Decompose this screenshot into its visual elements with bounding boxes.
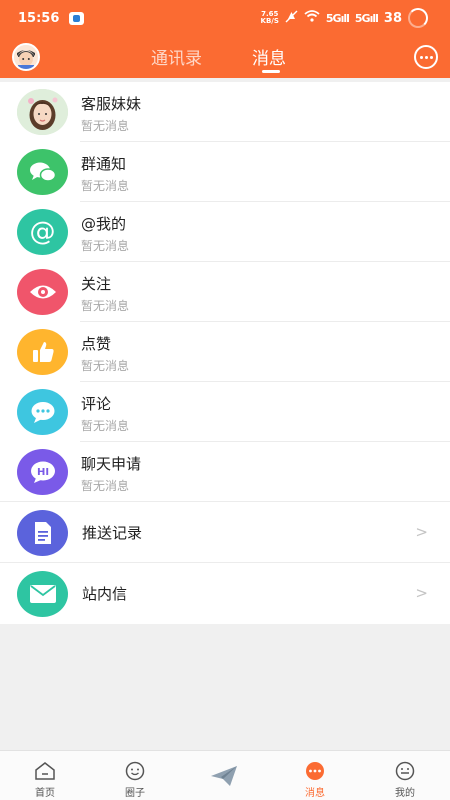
list-item-title: 聊天申请: [81, 455, 142, 473]
chevron-right-icon: >: [415, 584, 428, 602]
list-item-follow[interactable]: 关注 暂无消息: [0, 262, 450, 322]
list-item-group-notice[interactable]: 群通知 暂无消息: [0, 142, 450, 202]
document-icon: [17, 510, 68, 556]
list-item-subtitle: 暂无消息: [81, 479, 130, 493]
list-item-comments[interactable]: 评论 暂无消息: [0, 382, 450, 442]
message-icon: [304, 761, 326, 785]
tab-messages[interactable]: 消息: [252, 44, 286, 69]
envelope-icon: [17, 571, 68, 617]
list-item-subtitle: 暂无消息: [81, 359, 130, 373]
active-tab-indicator: [262, 70, 280, 73]
message-list: 客服妹妹 暂无消息 群通知 暂无消息 @ @我的 暂无消息 关注 暂无消息 点赞…: [0, 82, 450, 624]
nav-circle[interactable]: 圈子: [105, 751, 165, 800]
signal-2-icon: 5Gıll: [354, 11, 379, 25]
chevron-right-icon: >: [415, 523, 428, 541]
chat-bubbles-icon: [17, 149, 68, 195]
nav-home[interactable]: 首页: [15, 751, 75, 800]
list-item-push-records[interactable]: 推送记录 >: [0, 503, 450, 563]
list-item-title: 客服妹妹: [81, 95, 142, 113]
list-item-title: 推送记录: [82, 524, 143, 542]
list-item-likes[interactable]: 点赞 暂无消息: [0, 322, 450, 382]
status-bar: 15:56 7.65 KB/S 5Gıll 5Gıll 38: [0, 0, 450, 36]
list-item-title: 群通知: [81, 155, 127, 173]
list-item-subtitle: 暂无消息: [81, 299, 130, 313]
network-speed: 7.65 KB/S: [260, 10, 279, 25]
list-item-customer-service[interactable]: 客服妹妹 暂无消息: [0, 82, 450, 142]
battery-icon: [408, 8, 428, 28]
battery-level: 38: [383, 10, 402, 26]
nav-label: 首页: [35, 788, 55, 799]
header-bar: 15:56 7.65 KB/S 5Gıll 5Gıll 38 通讯录 消息: [0, 0, 450, 78]
hi-bubble-icon: HI: [17, 449, 68, 495]
list-item-title: @我的: [81, 215, 127, 233]
list-item-title: 关注: [81, 275, 112, 293]
list-item-chat-request[interactable]: HI 聊天申请 暂无消息: [0, 442, 450, 502]
list-item-mentions[interactable]: @ @我的 暂无消息: [0, 202, 450, 262]
thumbs-up-icon: [17, 329, 68, 375]
more-options-icon[interactable]: [414, 45, 438, 69]
svg-text:HI: HI: [36, 467, 48, 478]
divider: [0, 562, 450, 563]
nav-label: 我的: [395, 788, 415, 799]
list-item-subtitle: 暂无消息: [81, 179, 130, 193]
nav-publish[interactable]: [194, 751, 254, 800]
circle-face-icon: [125, 761, 145, 785]
nav-label: 消息: [305, 788, 325, 799]
list-item-subtitle: 暂无消息: [81, 419, 130, 433]
nav-messages[interactable]: 消息: [285, 751, 345, 800]
at-icon: @: [17, 209, 68, 255]
nav-profile[interactable]: 我的: [375, 751, 435, 800]
paper-plane-icon: [210, 765, 238, 791]
silent-icon: [285, 10, 298, 27]
nav-label: 圈子: [125, 788, 145, 799]
home-icon: [34, 761, 56, 785]
list-item-title: 评论: [81, 395, 112, 413]
list-item-site-mail[interactable]: 站内信 >: [0, 564, 450, 624]
notification-app-icon: [69, 12, 84, 25]
bottom-navigation: 首页 圈子 消息 我的: [0, 750, 450, 800]
tab-contacts[interactable]: 通讯录: [151, 44, 202, 69]
wifi-icon: [304, 10, 320, 26]
comment-icon: [17, 389, 68, 435]
header-tabs: 通讯录 消息: [0, 42, 450, 78]
eye-icon: [17, 269, 68, 315]
customer-service-avatar: [17, 89, 68, 135]
list-item-subtitle: 暂无消息: [81, 119, 130, 133]
list-item-title: 点赞: [81, 335, 112, 353]
list-item-title: 站内信: [82, 585, 128, 603]
list-item-subtitle: 暂无消息: [81, 239, 130, 253]
signal-1-icon: 5Gıll: [325, 11, 350, 25]
status-indicators: 7.65 KB/S 5Gıll 5Gıll 38: [260, 8, 428, 28]
status-time: 15:56: [18, 11, 60, 26]
profile-icon: [395, 761, 415, 785]
divider: [0, 501, 450, 502]
